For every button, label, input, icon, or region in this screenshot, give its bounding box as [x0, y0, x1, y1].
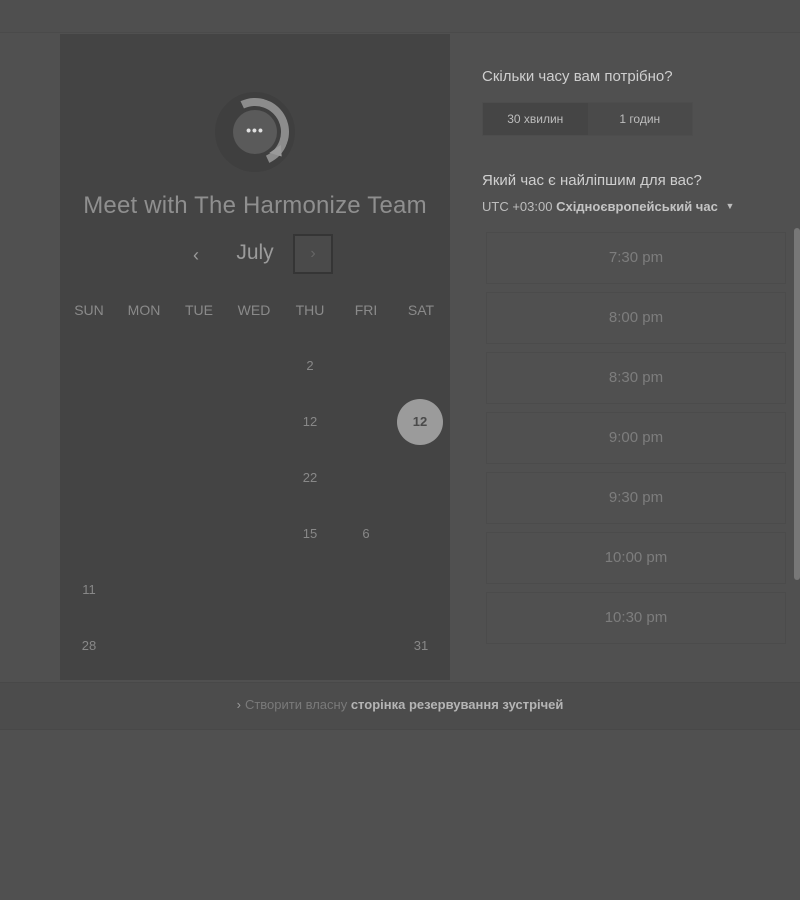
footer: › Створити власну сторінка резервування з…	[0, 697, 800, 712]
weekday-sat: SAT	[407, 302, 435, 318]
time-slot[interactable]: 7:30 pm	[486, 232, 786, 284]
weekday-tue: TUE	[185, 302, 213, 318]
arrow-right-icon: ›	[236, 697, 241, 712]
prev-month-button[interactable]: ‹	[184, 242, 208, 268]
weekday-mon: MON	[127, 302, 161, 318]
weekday-sun: SUN	[74, 302, 104, 318]
calendar-day[interactable]: 11	[69, 570, 109, 610]
calendar-day[interactable]: 15	[290, 514, 330, 554]
duration-60-button[interactable]: 1 годин	[588, 103, 693, 135]
scrollbar[interactable]	[794, 228, 800, 580]
calendar-day[interactable]: 28	[69, 626, 109, 666]
footer-text: Створити власну	[244, 697, 348, 712]
chat-bubble-icon: •••	[233, 110, 277, 154]
calendar-day-selected[interactable]: 12	[397, 399, 443, 445]
time-slot[interactable]: 8:30 pm	[486, 352, 786, 404]
calendar-day[interactable]: 31	[401, 626, 441, 666]
timezone-selector[interactable]: UTC +03:00 Східноєвропейський час ▼	[482, 199, 734, 214]
caret-down-icon: ▼	[725, 201, 735, 211]
month-navigation: ‹ July ›	[60, 234, 450, 278]
footer-link[interactable]: сторінка резервування зустрічей	[351, 697, 564, 712]
scheduler-card: ••• Meet with The Harmonize Team ‹ July …	[60, 34, 450, 680]
time-slot[interactable]: 10:30 pm	[486, 592, 786, 644]
time-slot[interactable]: 9:30 pm	[486, 472, 786, 524]
timezone-offset: UTC +03:00	[482, 199, 553, 214]
weekday-thu: THU	[295, 302, 325, 318]
page-title: Meet with The Harmonize Team	[83, 192, 427, 219]
weekday-fri: FRI	[354, 302, 378, 318]
time-slot-list: 7:30 pm 8:00 pm 8:30 pm 9:00 pm 9:30 pm …	[482, 228, 790, 644]
time-question: Який час є найліпшим для вас?	[482, 172, 702, 189]
calendar-day[interactable]: 2	[290, 346, 330, 386]
timezone-name: Східноєвропейський час	[556, 199, 718, 214]
time-slot[interactable]: 9:00 pm	[486, 412, 786, 464]
duration-selector: 30 хвилин 1 годин	[482, 102, 693, 136]
weekday-wed: WED	[237, 302, 271, 318]
duration-30-button[interactable]: 30 хвилин	[483, 103, 588, 135]
top-bar	[0, 0, 800, 33]
logo: •••	[211, 88, 299, 176]
calendar-day[interactable]: 22	[290, 458, 330, 498]
duration-question: Скільки часу вам потрібно?	[482, 68, 673, 85]
time-slot[interactable]: 10:00 pm	[486, 532, 786, 584]
next-month-button[interactable]: ›	[293, 234, 333, 274]
time-slot[interactable]: 8:00 pm	[486, 292, 786, 344]
calendar-day[interactable]: 12	[290, 402, 330, 442]
calendar-day[interactable]: 6	[346, 514, 386, 554]
month-label: July	[236, 241, 274, 264]
